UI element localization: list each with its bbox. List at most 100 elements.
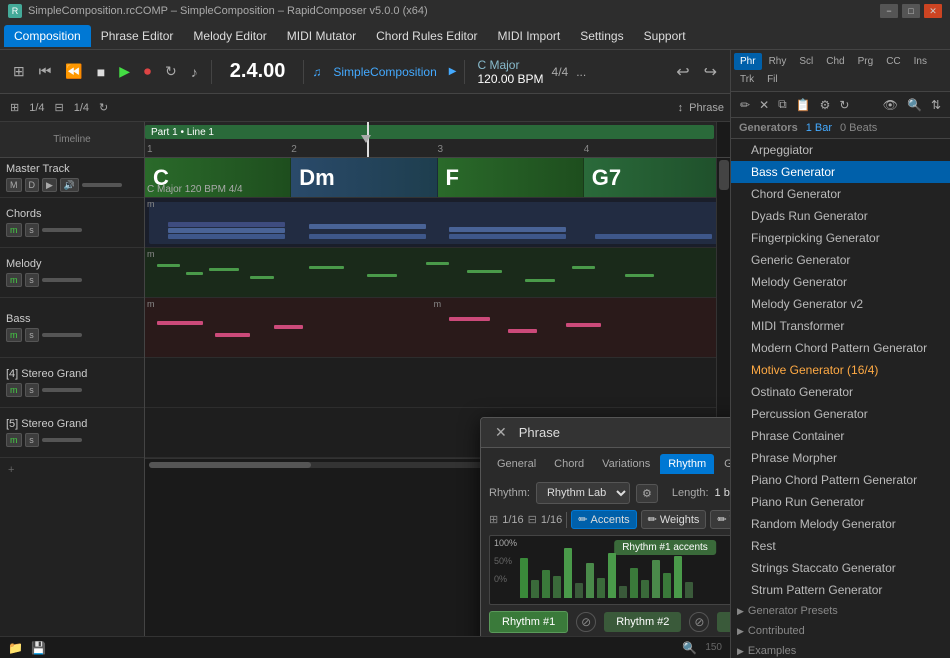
rp-tab-scl[interactable]: Scl bbox=[793, 53, 819, 70]
prev-button[interactable]: ⏮ bbox=[34, 60, 57, 83]
menu-support[interactable]: Support bbox=[634, 25, 696, 47]
gen-strings-staccato[interactable]: Strings Staccato Generator bbox=[731, 557, 950, 579]
rp-tab-ins[interactable]: Ins bbox=[908, 53, 933, 70]
rp-paste-btn[interactable]: 📋 bbox=[793, 97, 814, 113]
play-button[interactable]: ▶ bbox=[114, 60, 135, 83]
stereo2-s-btn[interactable]: s bbox=[25, 433, 39, 447]
folder-icon[interactable]: 📁 bbox=[8, 641, 23, 655]
gen-generic[interactable]: Generic Generator bbox=[731, 249, 950, 271]
rp-tab-phr[interactable]: Phr bbox=[734, 53, 762, 70]
menu-phrase-editor[interactable]: Phrase Editor bbox=[91, 25, 184, 47]
melody-volume-slider[interactable] bbox=[42, 278, 82, 282]
undo-button[interactable]: ↩ bbox=[671, 59, 694, 85]
master-solo-btn[interactable]: D bbox=[25, 178, 40, 192]
tab-rhythm[interactable]: Rhythm bbox=[660, 454, 714, 474]
rhythm2-button[interactable]: Rhythm #2 bbox=[604, 612, 681, 632]
bass-m-btn[interactable]: m bbox=[6, 328, 22, 342]
gen-section-contributed[interactable]: ▶ Contributed bbox=[731, 621, 950, 641]
gen-midi-transformer[interactable]: MIDI Transformer bbox=[731, 315, 950, 337]
redo-button[interactable]: ↪ bbox=[699, 59, 722, 85]
loop-button[interactable]: ↻ bbox=[160, 60, 182, 83]
gen-random-melody[interactable]: Random Melody Generator bbox=[731, 513, 950, 535]
stereo1-volume-slider[interactable] bbox=[42, 388, 82, 392]
rp-copy-btn[interactable]: ⧉ bbox=[775, 96, 790, 113]
timing-button[interactable]: ✏ Timing bbox=[710, 510, 730, 529]
chord-F[interactable]: F bbox=[438, 158, 584, 197]
rp-pencil-btn[interactable]: ✏ bbox=[737, 97, 753, 113]
rp-eye-btn[interactable]: 👁 bbox=[880, 97, 901, 113]
menu-midi-mutator[interactable]: MIDI Mutator bbox=[277, 25, 366, 47]
rhythm-settings-btn[interactable]: ⚙ bbox=[636, 484, 658, 503]
rp-search-btn[interactable]: 🔍 bbox=[904, 97, 925, 113]
hscroll-thumb[interactable] bbox=[149, 462, 311, 468]
gen-chord-generator[interactable]: Chord Generator bbox=[731, 183, 950, 205]
rp-settings-btn[interactable]: ⚙ bbox=[817, 97, 834, 113]
gen-phrase-container[interactable]: Phrase Container bbox=[731, 425, 950, 447]
rhythm3-button[interactable]: Rhythm #3 bbox=[717, 612, 730, 632]
gen-percussion[interactable]: Percussion Generator bbox=[731, 403, 950, 425]
rp-tab-prg[interactable]: Prg bbox=[852, 53, 880, 70]
menu-melody-editor[interactable]: Melody Editor bbox=[183, 25, 276, 47]
tab-chord[interactable]: Chord bbox=[546, 454, 592, 474]
rewind-button[interactable]: ⏪ bbox=[60, 60, 87, 83]
gen-piano-run[interactable]: Piano Run Generator bbox=[731, 491, 950, 513]
chord-G7[interactable]: G7 bbox=[584, 158, 730, 197]
menu-settings[interactable]: Settings bbox=[570, 25, 633, 47]
chords-volume-slider[interactable] bbox=[42, 228, 82, 232]
midi-button[interactable]: ♪ bbox=[186, 61, 203, 83]
gen-ostinato[interactable]: Ostinato Generator bbox=[731, 381, 950, 403]
gen-rest[interactable]: Rest bbox=[731, 535, 950, 557]
rp-cross-btn[interactable]: ✕ bbox=[756, 97, 772, 113]
gen-section-presets[interactable]: ▶ Generator Presets bbox=[731, 601, 950, 621]
quantize2-icon[interactable]: ⊟ bbox=[51, 99, 68, 116]
rhythm-select[interactable]: Rhythm Lab bbox=[536, 482, 630, 504]
stereo1-s-btn[interactable]: s bbox=[25, 383, 39, 397]
master-midi-btn[interactable]: M bbox=[6, 178, 22, 192]
menu-composition[interactable]: Composition bbox=[4, 25, 91, 47]
gen-phrase-morpher[interactable]: Phrase Morpher bbox=[731, 447, 950, 469]
gen-dyads-run[interactable]: Dyads Run Generator bbox=[731, 205, 950, 227]
gen-fingerpicking[interactable]: Fingerpicking Generator bbox=[731, 227, 950, 249]
rp-refresh-btn[interactable]: ↻ bbox=[836, 97, 852, 113]
tab-general[interactable]: General bbox=[489, 454, 544, 474]
rp-tab-chd[interactable]: Chd bbox=[820, 53, 850, 70]
record-button[interactable]: ⏺ bbox=[139, 60, 156, 83]
gen-motive[interactable]: Motive Generator (16/4) bbox=[731, 359, 950, 381]
rp-tab-rhy[interactable]: Rhy bbox=[763, 53, 793, 70]
gen-arpeggiator[interactable]: Arpeggiator bbox=[731, 139, 950, 161]
rhythm2-cancel-button[interactable]: ⊘ bbox=[689, 612, 709, 632]
rp-tab-cc[interactable]: CC bbox=[880, 53, 906, 70]
chords-s-btn[interactable]: s bbox=[25, 223, 39, 237]
melody-m-btn[interactable]: m bbox=[6, 273, 22, 287]
zoom-status-icon[interactable]: 🔍 bbox=[682, 641, 697, 655]
stereo2-volume-slider[interactable] bbox=[42, 438, 82, 442]
melody-s-btn[interactable]: s bbox=[25, 273, 39, 287]
accents-button[interactable]: ✏ Accents bbox=[571, 510, 636, 529]
quantize-icon[interactable]: ⊞ bbox=[6, 99, 23, 116]
gen-strum[interactable]: Strum Pattern Generator bbox=[731, 579, 950, 601]
chords-m-btn[interactable]: m bbox=[6, 223, 22, 237]
new-button[interactable]: ⊞ bbox=[8, 60, 30, 83]
rp-tab-trk[interactable]: Trk bbox=[734, 71, 760, 88]
menu-chord-rules-editor[interactable]: Chord Rules Editor bbox=[366, 25, 487, 47]
gen-bass-generator[interactable]: Bass Generator bbox=[731, 161, 950, 183]
stereo1-m-btn[interactable]: m bbox=[6, 383, 22, 397]
add-track-button[interactable]: + bbox=[0, 458, 144, 482]
menu-midi-import[interactable]: MIDI Import bbox=[488, 25, 571, 47]
vscroll-thumb[interactable] bbox=[719, 160, 729, 190]
gen-melody-v2[interactable]: Melody Generator v2 bbox=[731, 293, 950, 315]
rp-tab-fil[interactable]: Fil bbox=[761, 71, 784, 88]
bass-s-btn[interactable]: s bbox=[25, 328, 39, 342]
save-icon[interactable]: 💾 bbox=[31, 641, 46, 655]
rhythm1-button[interactable]: Rhythm #1 bbox=[489, 611, 568, 633]
maximize-button[interactable]: □ bbox=[902, 4, 920, 18]
master-volume-slider[interactable] bbox=[82, 183, 122, 187]
chord-Dm[interactable]: Dm bbox=[291, 158, 437, 197]
bass-volume-slider[interactable] bbox=[42, 333, 82, 337]
more-button[interactable]: ... bbox=[576, 65, 586, 79]
gen-melody[interactable]: Melody Generator bbox=[731, 271, 950, 293]
snap-button[interactable]: ↻ bbox=[95, 99, 112, 116]
gen-modern-chord[interactable]: Modern Chord Pattern Generator bbox=[731, 337, 950, 359]
rhythm1-cancel-button[interactable]: ⊘ bbox=[576, 612, 596, 632]
master-mute-btn[interactable]: 🔊 bbox=[60, 178, 79, 192]
